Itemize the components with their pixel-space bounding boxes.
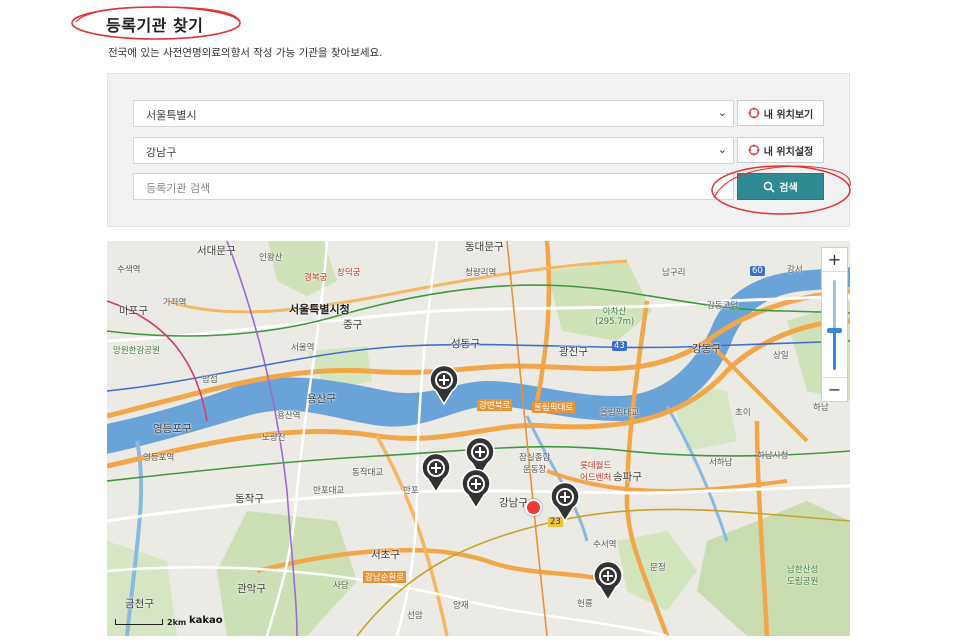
map-scale-label: 2km (167, 618, 187, 627)
map-label: 경복궁 (304, 273, 328, 283)
my-location-button[interactable]: 내 위치보기 (737, 100, 824, 126)
search-panel: 서울특별시 ⌄ 내 위치보기 강남구 ⌄ 내 위치설정 등록기관 검색 검색 (107, 73, 850, 227)
map-label: 강남순환로 (363, 571, 407, 583)
registration-pin[interactable] (420, 453, 452, 493)
search-label: 검색 (779, 183, 798, 194)
map-label: 하남시청 (757, 451, 789, 461)
chevron-down-icon: ⌄ (717, 143, 727, 156)
set-location-label: 내 위치설정 (763, 146, 814, 158)
map-label: 영등포구 (153, 423, 192, 435)
map-label: 영등포역 (143, 453, 175, 463)
map-label: 강동고덕 (707, 301, 739, 311)
page-title-wrap: 등록기관 찾기 (68, 4, 244, 42)
map-label: 서초구 (371, 549, 400, 561)
city-select-value: 서울특별시 (146, 109, 197, 122)
map-label: 잠실종합 운동장 (519, 453, 551, 475)
map-label: 용산역 (277, 411, 301, 421)
map-label: 헌릉 (577, 599, 593, 609)
map-label: 롯데월드 어드벤처 (580, 461, 612, 483)
map-label: 노량진 (262, 433, 286, 443)
search-icon (763, 181, 775, 193)
map-label: 양재 (453, 601, 469, 611)
map-label: 마포구 (119, 305, 148, 317)
my-location-label: 내 위치보기 (763, 109, 814, 121)
page-subtitle: 전국에 있는 사전연명의료의향서 작성 가능 기관을 찾아보세요. (108, 47, 383, 59)
page-title: 등록기관 찾기 (106, 16, 204, 35)
map-label: 반포대교 (313, 486, 345, 496)
map-label: 중구 (343, 319, 363, 331)
map-label: 사당 (333, 581, 349, 591)
map-label: 망원한강공원 (113, 346, 160, 356)
zoom-out-button[interactable]: − (822, 377, 847, 401)
map-label: 문정 (650, 563, 666, 573)
map-label: 올림픽대교 (600, 408, 640, 418)
keyword-placeholder: 등록기관 검색 (146, 182, 211, 195)
registration-pin[interactable] (549, 482, 581, 522)
map-label: 수색역 (117, 265, 141, 275)
district-select-value: 강남구 (146, 146, 177, 159)
map-label: 43 (612, 341, 627, 351)
map-label: 올림픽대로 (532, 401, 576, 413)
crosshair-icon (748, 107, 760, 119)
chevron-down-icon: ⌄ (717, 106, 727, 119)
map-label: 서울역 (291, 343, 315, 353)
zoom-control: + − (821, 247, 848, 402)
map-label: 창덕궁 (337, 268, 361, 278)
keyword-search-input[interactable]: 등록기관 검색 (133, 173, 734, 200)
map-label: 하남 (813, 403, 829, 413)
map-label: 동작구 (235, 493, 264, 505)
map-label: 청량리역 (465, 268, 497, 278)
search-button[interactable]: 검색 (737, 173, 824, 200)
map-label: 남구리 (662, 268, 686, 278)
map-label: 밤섬 (202, 375, 218, 385)
city-select[interactable]: 서울특별시 ⌄ (133, 100, 734, 127)
zoom-handle[interactable] (827, 328, 842, 333)
map-label: 서울특별시청 (289, 303, 350, 316)
set-location-button[interactable]: 내 위치설정 (737, 137, 824, 163)
map-label: 강변북로 (477, 399, 513, 411)
zoom-in-button[interactable]: + (822, 248, 847, 272)
registration-pin[interactable] (460, 469, 492, 509)
kakao-logo: kakao (189, 615, 223, 626)
registration-pin[interactable] (428, 365, 460, 405)
map-label: 용산구 (307, 393, 336, 405)
map-view[interactable]: 서대문구 동대문구 인왕산 수색역 경복궁 창덕궁 청량리역 남구리 가좌역 마… (107, 241, 850, 636)
map-label: 송파구 (613, 471, 642, 483)
map-label: 상일 (773, 351, 789, 361)
map-label: 60 (750, 266, 765, 276)
crosshair-icon (748, 144, 760, 156)
map-label: 동작대교 (352, 468, 384, 478)
map-label: 서대문구 (197, 245, 236, 257)
map-label: 가좌역 (163, 298, 187, 308)
map-label: 강서 (787, 265, 803, 275)
map-label: 강동구 (692, 343, 721, 355)
map-label: 수서역 (593, 540, 617, 550)
district-select[interactable]: 강남구 ⌄ (133, 137, 734, 164)
zoom-track-fill (833, 328, 836, 370)
map-label: 인왕산 (259, 253, 283, 263)
map-scale-bar (115, 619, 163, 625)
current-location-marker (525, 499, 542, 516)
map-label: 서하남 (709, 458, 733, 468)
map-label: 금천구 (125, 598, 154, 610)
map-label: 초이 (735, 408, 751, 418)
map-label: 관악구 (237, 583, 266, 595)
map-label: 광진구 (559, 346, 588, 358)
map-label: 남한산성 도립공원 (787, 565, 819, 587)
map-label: 반포 (403, 486, 419, 496)
map-label: 강남구 (499, 497, 528, 509)
registration-pin[interactable] (592, 561, 624, 601)
map-label: 성동구 (451, 338, 480, 350)
map-label: 선암 (407, 611, 423, 621)
map-label: 아차산 (295.7m) (595, 307, 635, 327)
map-label: 동대문구 (465, 241, 504, 253)
